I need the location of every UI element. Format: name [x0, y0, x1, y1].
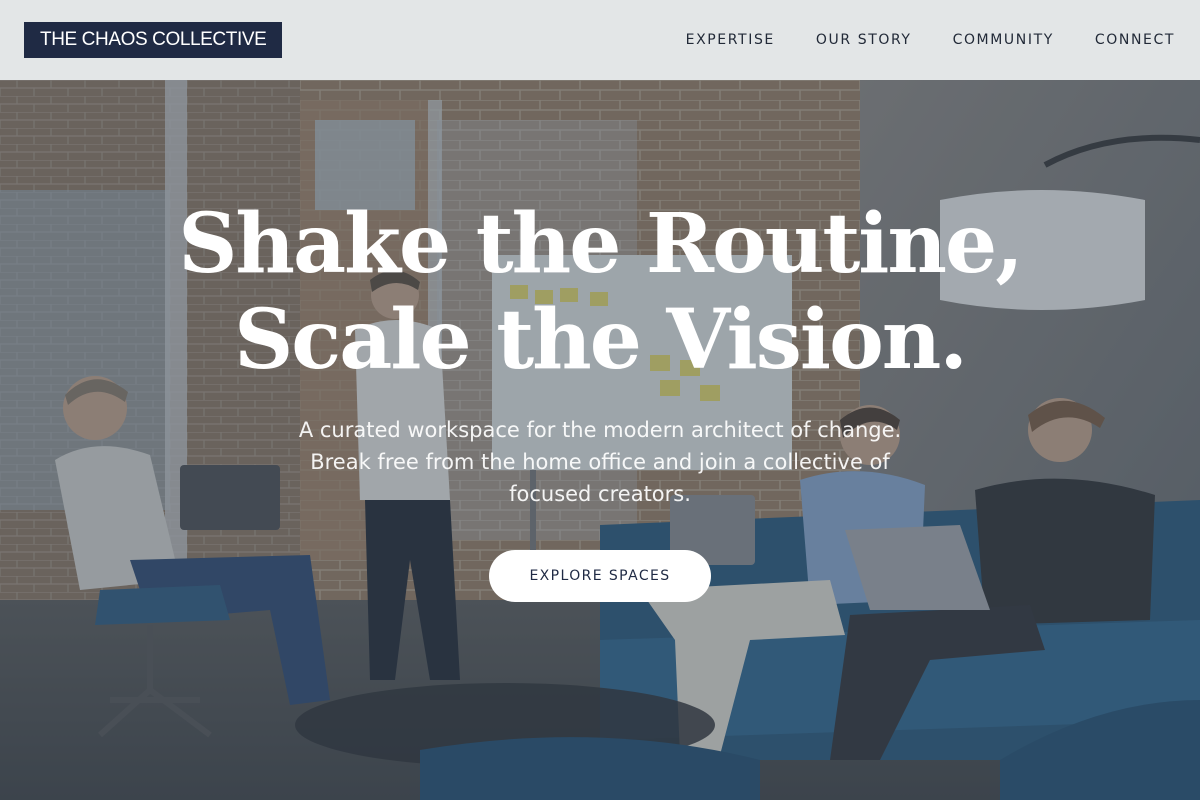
hero-section: Shake the Routine, Scale the Vision. A c… [0, 0, 1200, 800]
nav-link-our-story[interactable]: OUR STORY [816, 32, 912, 48]
hero-subtitle-line-1: A curated workspace for the modern archi… [298, 418, 902, 442]
main-nav: EXPERTISE OUR STORY COMMUNITY CONNECT [645, 0, 1175, 80]
hero-subtitle-line-3: focused creators. [509, 482, 691, 506]
hero-subtitle-line-2: Break free from the home office and join… [310, 450, 890, 474]
hero-title-line-2: Scale the Vision. [234, 292, 968, 388]
nav-link-connect[interactable]: CONNECT [1095, 32, 1175, 48]
hero-title-line-1: Shake the Routine, [178, 196, 1024, 292]
explore-spaces-button[interactable]: EXPLORE SPACES [489, 550, 711, 602]
hero-subtitle: A curated workspace for the modern archi… [260, 414, 940, 510]
nav-link-community[interactable]: COMMUNITY [953, 32, 1054, 48]
nav-link-expertise[interactable]: EXPERTISE [686, 32, 775, 48]
landing-page: THE CHAOS COLLECTIVE EXPERTISE OUR STORY… [0, 0, 1200, 800]
hero-title: Shake the Routine, Scale the Vision. [100, 196, 1100, 388]
site-logo[interactable]: THE CHAOS COLLECTIVE [24, 22, 283, 58]
site-header: THE CHAOS COLLECTIVE EXPERTISE OUR STORY… [0, 0, 1200, 80]
